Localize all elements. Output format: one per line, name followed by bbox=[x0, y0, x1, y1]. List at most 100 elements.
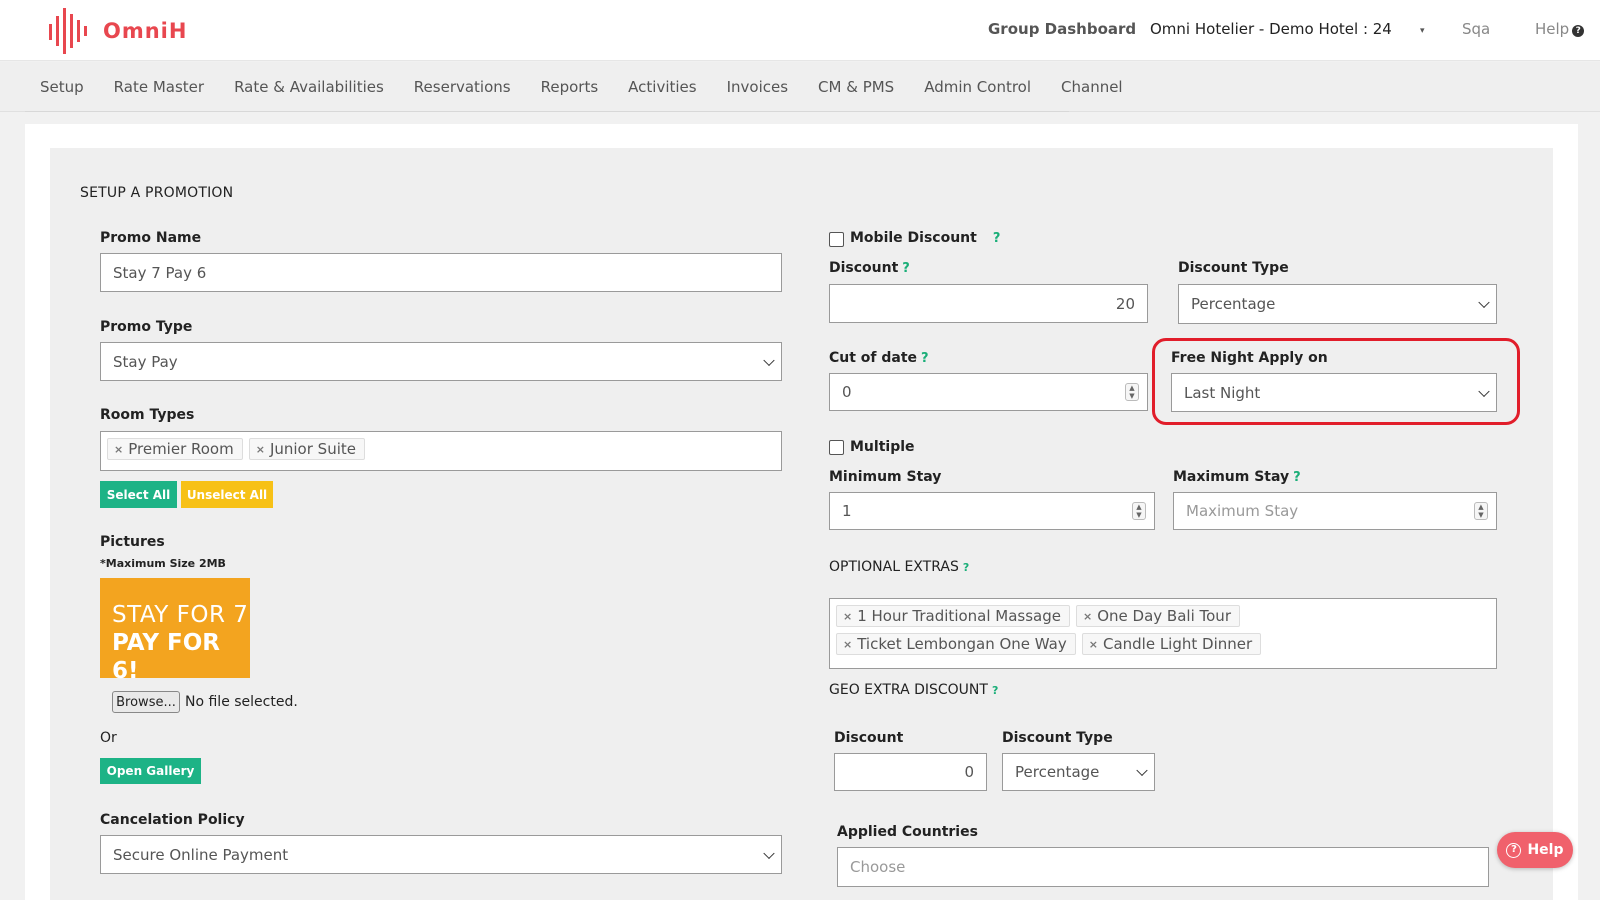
cut-of-date-text: Cut of date bbox=[829, 350, 918, 366]
applied-countries-input[interactable]: Choose bbox=[837, 847, 1489, 887]
room-types-multiselect[interactable]: × Premier Room × Junior Suite bbox=[100, 431, 782, 471]
logo-bars-icon bbox=[49, 8, 87, 54]
promo-type-value: Stay Pay bbox=[113, 352, 178, 371]
top-header: OmniH Group Dashboard Omni Hotelier - De… bbox=[0, 0, 1600, 61]
nav-item-admin-control[interactable]: Admin Control bbox=[909, 62, 1046, 111]
minimum-stay-input[interactable]: 1 ▲ ▼ bbox=[829, 492, 1155, 530]
maximum-stay-placeholder: Maximum Stay bbox=[1186, 502, 1299, 520]
discount-type-label: Discount Type bbox=[1178, 260, 1289, 276]
header-help-link[interactable]: Help? bbox=[1535, 20, 1585, 38]
optional-extras-label: OPTIONAL EXTRAS? bbox=[829, 559, 969, 575]
geo-extra-text: GEO EXTRA DISCOUNT bbox=[829, 682, 988, 698]
max-size-note: *Maximum Size 2MB bbox=[100, 557, 226, 570]
header-help-label: Help bbox=[1535, 20, 1570, 38]
group-dashboard-link[interactable]: Group Dashboard bbox=[988, 20, 1136, 38]
floating-help-button[interactable]: ? Help bbox=[1497, 832, 1573, 868]
multiple-label: Multiple bbox=[850, 439, 915, 455]
help-question-icon[interactable]: ? bbox=[993, 231, 1001, 246]
browse-button[interactable]: Browse... bbox=[112, 691, 180, 713]
remove-chip-icon[interactable]: × bbox=[843, 610, 852, 623]
stepper-icon[interactable]: ▲ ▼ bbox=[1132, 502, 1146, 520]
extra-chip: × 1 Hour Traditional Massage bbox=[836, 605, 1071, 627]
cut-of-date-label: Cut of date? bbox=[829, 350, 929, 366]
minimum-stay-value: 1 bbox=[842, 502, 852, 520]
user-menu[interactable]: Sqa bbox=[1462, 20, 1490, 38]
nav-item-invoices[interactable]: Invoices bbox=[712, 62, 803, 111]
geo-discount-type-label: Discount Type bbox=[1002, 730, 1113, 746]
promo-type-select[interactable]: Stay Pay bbox=[100, 342, 782, 381]
remove-chip-icon[interactable]: × bbox=[114, 443, 123, 456]
geo-discount-input[interactable]: 0 bbox=[834, 753, 987, 791]
applied-countries-label: Applied Countries bbox=[837, 824, 978, 840]
chip-label: Candle Light Dinner bbox=[1102, 635, 1253, 653]
remove-chip-icon[interactable]: × bbox=[843, 638, 852, 651]
chip-label: One Day Bali Tour bbox=[1097, 607, 1231, 625]
remove-chip-icon[interactable]: × bbox=[1089, 638, 1098, 651]
discount-input[interactable]: 20 bbox=[829, 284, 1148, 323]
pictures-label: Pictures bbox=[100, 534, 165, 550]
help-question-icon[interactable]: ? bbox=[1293, 470, 1301, 485]
help-question-icon[interactable]: ? bbox=[992, 684, 998, 697]
promo-type-label: Promo Type bbox=[100, 319, 193, 335]
cancellation-policy-value: Secure Online Payment bbox=[113, 845, 289, 864]
nav-item-channel[interactable]: Channel bbox=[1046, 62, 1138, 111]
cut-of-date-input[interactable]: 0 ▲ ▼ bbox=[829, 373, 1148, 411]
omnih-logo[interactable]: OmniH bbox=[49, 8, 187, 54]
discount-type-select[interactable]: Percentage bbox=[1178, 284, 1497, 324]
chip-label: Ticket Lembongan One Way bbox=[857, 635, 1067, 653]
highlight-box bbox=[1152, 338, 1520, 425]
geo-discount-label: Discount bbox=[834, 730, 904, 746]
maximum-stay-input[interactable]: Maximum Stay ▲ ▼ bbox=[1173, 492, 1497, 530]
discount-type-value: Percentage bbox=[1191, 295, 1276, 313]
question-circle-icon: ? bbox=[1506, 842, 1522, 858]
stepper-icon[interactable]: ▲ ▼ bbox=[1474, 502, 1488, 520]
promo-image-line1: STAY FOR 7 bbox=[112, 602, 249, 628]
select-all-button[interactable]: Select All bbox=[100, 481, 177, 508]
cancellation-policy-select[interactable]: Secure Online Payment bbox=[100, 835, 782, 874]
nav-item-activities[interactable]: Activities bbox=[613, 62, 711, 111]
chevron-down-icon bbox=[763, 354, 775, 366]
or-label: Or bbox=[100, 730, 117, 746]
nav-item-reservations[interactable]: Reservations bbox=[399, 62, 526, 111]
hotel-selector[interactable]: Omni Hotelier - Demo Hotel : 24 bbox=[1150, 20, 1392, 38]
mobile-discount-label: Mobile Discount? bbox=[850, 230, 1000, 246]
unselect-all-button[interactable]: Unselect All bbox=[181, 481, 273, 508]
maximum-stay-label: Maximum Stay? bbox=[1173, 469, 1301, 485]
open-gallery-button[interactable]: Open Gallery bbox=[100, 758, 201, 784]
discount-value: 20 bbox=[1115, 294, 1135, 313]
chevron-down-icon[interactable]: ▾ bbox=[1420, 26, 1425, 36]
optional-extras-multiselect[interactable]: × 1 Hour Traditional Massage × One Day Bal… bbox=[829, 598, 1497, 669]
extra-chip: × One Day Bali Tour bbox=[1076, 605, 1240, 627]
mobile-discount-text: Mobile Discount bbox=[850, 230, 977, 246]
optional-extras-text: OPTIONAL EXTRAS bbox=[829, 559, 959, 575]
logo-text: OmniH bbox=[103, 19, 188, 43]
remove-chip-icon[interactable]: × bbox=[256, 443, 265, 456]
nav-item-cm-pms[interactable]: CM & PMS bbox=[803, 62, 909, 111]
nav-item-rate-availabilities[interactable]: Rate & Availabilities bbox=[219, 62, 399, 111]
remove-chip-icon[interactable]: × bbox=[1083, 610, 1092, 623]
stepper-icon[interactable]: ▲ ▼ bbox=[1125, 383, 1139, 401]
nav-item-rate-master[interactable]: Rate Master bbox=[99, 62, 219, 111]
room-type-chip: × Premier Room bbox=[107, 438, 243, 460]
nav-item-setup[interactable]: Setup bbox=[25, 62, 99, 111]
nav-item-reports[interactable]: Reports bbox=[526, 62, 614, 111]
promo-name-input[interactable]: Stay 7 Pay 6 bbox=[100, 253, 782, 292]
extra-chip: × Ticket Lembongan One Way bbox=[836, 633, 1076, 655]
geo-discount-type-value: Percentage bbox=[1015, 763, 1100, 781]
promo-name-label: Promo Name bbox=[100, 230, 202, 246]
help-question-icon[interactable]: ? bbox=[902, 261, 910, 276]
mobile-discount-checkbox[interactable] bbox=[829, 232, 844, 247]
geo-discount-type-select[interactable]: Percentage bbox=[1002, 753, 1155, 791]
promo-name-value: Stay 7 Pay 6 bbox=[113, 263, 207, 282]
chevron-down-icon bbox=[1136, 764, 1148, 777]
chevron-down-icon bbox=[763, 847, 775, 859]
discount-label: Discount? bbox=[829, 260, 910, 276]
help-question-icon[interactable]: ? bbox=[921, 351, 929, 366]
room-types-label: Room Types bbox=[100, 407, 195, 423]
geo-discount-value: 0 bbox=[964, 763, 974, 781]
cancellation-policy-label: Cancelation Policy bbox=[100, 812, 245, 828]
multiple-checkbox[interactable] bbox=[829, 440, 844, 455]
discount-text: Discount bbox=[829, 260, 899, 276]
maximum-stay-text: Maximum Stay bbox=[1173, 469, 1290, 485]
help-question-icon[interactable]: ? bbox=[963, 561, 969, 574]
